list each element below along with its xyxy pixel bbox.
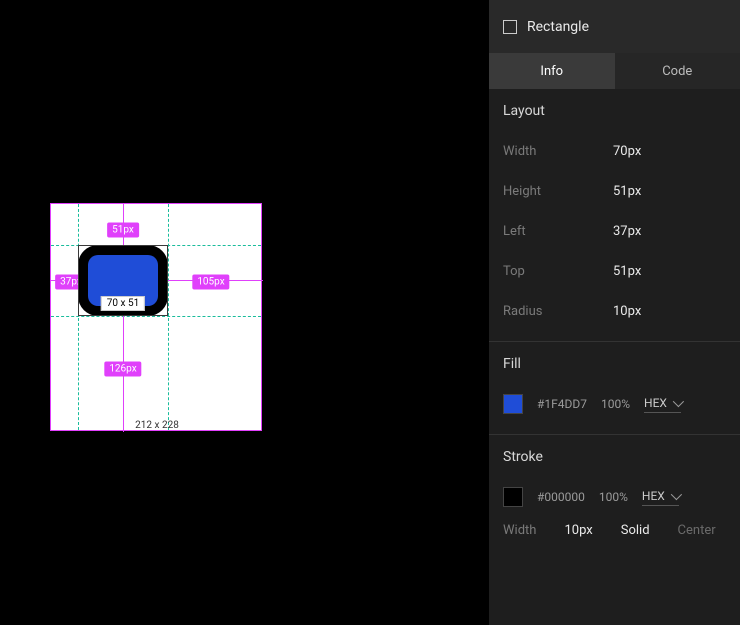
distance-badge-right: 105px: [192, 275, 229, 290]
stroke-row: #000000 100% HEX: [503, 477, 726, 517]
canvas-area[interactable]: 51px 37px 105px 126px 70 x 51 212 x 228: [0, 0, 489, 625]
chevron-down-icon: [673, 395, 684, 406]
section-title-stroke: Stroke: [503, 449, 726, 465]
distance-badge-bottom: 126px: [104, 362, 141, 377]
guide-horizontal-bottom: [51, 316, 261, 317]
row-height: Height 51px: [503, 171, 726, 211]
artboard[interactable]: 51px 37px 105px 126px 70 x 51 212 x 228: [50, 203, 262, 431]
label-top: Top: [503, 264, 613, 279]
stroke-swatch[interactable]: [503, 487, 523, 507]
shape-name: Rectangle: [527, 19, 589, 35]
fill-format-select[interactable]: HEX: [644, 396, 681, 413]
tab-info[interactable]: Info: [489, 53, 615, 89]
value-width[interactable]: 70px: [613, 144, 641, 159]
panel-header: Rectangle: [489, 0, 740, 53]
fill-swatch[interactable]: [503, 394, 523, 414]
stroke-opacity[interactable]: 100%: [599, 490, 628, 504]
stroke-position-value[interactable]: Center: [678, 523, 716, 538]
value-height[interactable]: 51px: [613, 184, 641, 199]
stroke-format-label: HEX: [642, 489, 665, 503]
row-radius: Radius 10px: [503, 291, 726, 331]
row-left: Left 37px: [503, 211, 726, 251]
fill-hex[interactable]: #1F4DD7: [537, 397, 587, 411]
stroke-format-select[interactable]: HEX: [642, 489, 679, 506]
artboard-size-label: 212 x 228: [135, 420, 179, 431]
rectangle-icon: [503, 20, 517, 34]
stroke-style-value[interactable]: Solid: [621, 523, 650, 538]
value-top[interactable]: 51px: [613, 264, 641, 279]
section-title-fill: Fill: [503, 356, 726, 372]
distance-badge-top: 51px: [107, 223, 139, 238]
tab-code[interactable]: Code: [615, 53, 740, 89]
fill-row: #1F4DD7 100% HEX: [503, 384, 726, 424]
section-fill: Fill #1F4DD7 100% HEX: [489, 342, 740, 435]
guide-vertical-left: [78, 204, 79, 430]
section-layout: Layout Width 70px Height 51px Left 37px …: [489, 89, 740, 342]
value-radius[interactable]: 10px: [613, 304, 641, 319]
label-left: Left: [503, 224, 613, 239]
stroke-width-label: Width: [503, 523, 536, 538]
selection-size-badge: 70 x 51: [101, 296, 145, 311]
stroke-props: Width 10px Solid Center: [503, 523, 726, 538]
section-title-layout: Layout: [503, 103, 726, 119]
row-width: Width 70px: [503, 131, 726, 171]
guide-vertical-right: [168, 204, 169, 430]
chevron-down-icon: [671, 488, 682, 499]
label-height: Height: [503, 184, 613, 199]
row-top: Top 51px: [503, 251, 726, 291]
label-width: Width: [503, 144, 613, 159]
stroke-hex[interactable]: #000000: [537, 490, 585, 504]
section-stroke: Stroke #000000 100% HEX Width 10px Solid…: [489, 435, 740, 548]
inspector-panel: Rectangle Info Code Layout Width 70px He…: [489, 0, 740, 625]
label-radius: Radius: [503, 304, 613, 319]
fill-opacity[interactable]: 100%: [601, 397, 630, 411]
tabs: Info Code: [489, 53, 740, 89]
fill-format-label: HEX: [644, 396, 667, 410]
stroke-width-value[interactable]: 10px: [564, 523, 592, 538]
value-left[interactable]: 37px: [613, 224, 641, 239]
